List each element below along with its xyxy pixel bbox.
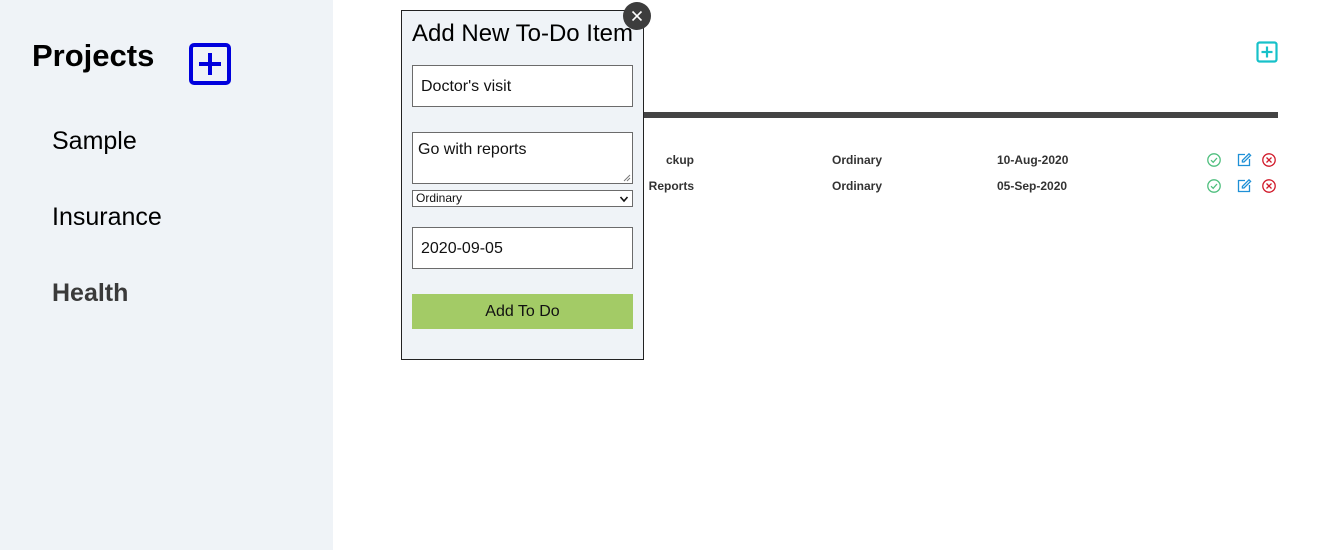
todo-date: 05-Sep-2020 (997, 179, 1068, 193)
project-item-insurance[interactable]: Insurance (52, 202, 162, 232)
complete-icon[interactable] (1206, 178, 1222, 194)
projects-title: Projects (32, 38, 155, 73)
chevron-down-icon (619, 196, 629, 203)
add-todo-submit-button[interactable]: Add To Do (412, 294, 633, 329)
add-project-button[interactable] (189, 43, 231, 85)
add-todo-modal: Add New To-Do Item Doctor's visit Go wit… (401, 10, 644, 360)
modal-title: Add New To-Do Item (412, 20, 633, 47)
complete-icon[interactable] (1206, 152, 1222, 168)
close-icon (631, 10, 643, 22)
plus-square-icon (1256, 41, 1278, 63)
close-modal-button[interactable] (623, 2, 651, 30)
delete-icon[interactable] (1261, 178, 1277, 194)
edit-icon[interactable] (1236, 178, 1252, 194)
todo-title-value: Doctor's visit (421, 78, 512, 95)
delete-icon[interactable] (1261, 152, 1277, 168)
priority-selected-value: Ordinary (416, 191, 463, 205)
sidebar: Projects Sample Insurance Health (0, 0, 333, 550)
project-item-health[interactable]: Health (52, 278, 128, 308)
todo-priority: Ordinary (832, 153, 883, 167)
add-todo-button[interactable] (1256, 41, 1278, 63)
project-item-sample[interactable]: Sample (52, 126, 137, 156)
todo-priority: Ordinary (832, 179, 883, 193)
edit-icon[interactable] (1236, 152, 1252, 168)
priority-select[interactable]: Ordinary (412, 190, 633, 207)
todo-date-value: 2020-09-05 (421, 240, 503, 257)
todo-date: 10-Aug-2020 (997, 153, 1069, 167)
plus-square-icon (189, 43, 231, 85)
todo-description-value: Go with reports (418, 141, 527, 158)
todo-date-input[interactable]: 2020-09-05 (412, 227, 633, 269)
todo-description-textarea[interactable]: Go with reports (412, 132, 633, 184)
resize-handle-icon[interactable] (623, 174, 631, 182)
todo-title-input[interactable]: Doctor's visit (412, 65, 633, 107)
